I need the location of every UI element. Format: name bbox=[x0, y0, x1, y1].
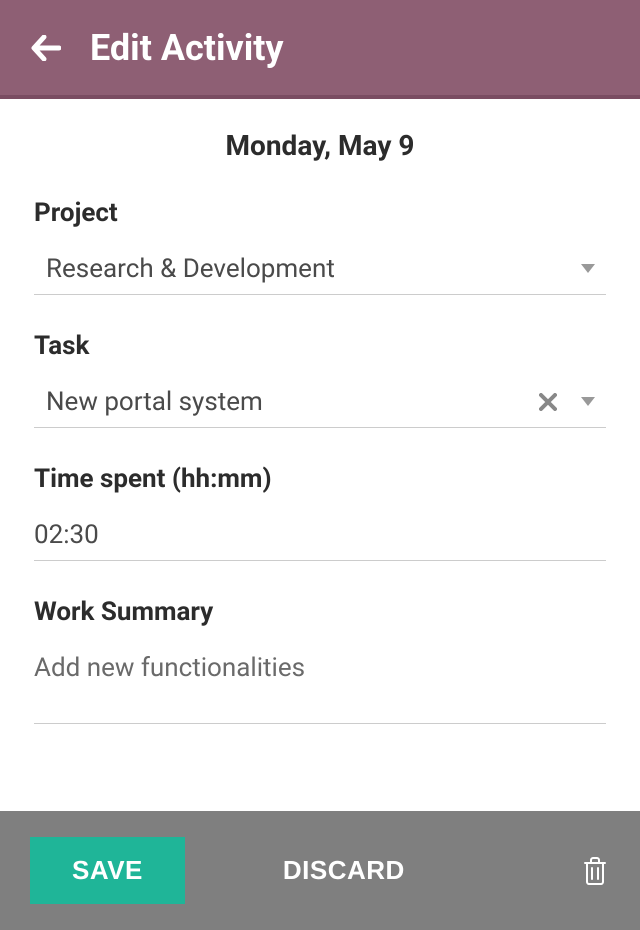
task-field-group: Task New portal system bbox=[34, 331, 606, 428]
project-field-group: Project Research & Development bbox=[34, 198, 606, 295]
chevron-down-icon[interactable] bbox=[578, 392, 598, 412]
work-summary-label: Work Summary bbox=[34, 597, 606, 627]
footer-toolbar: SAVE DISCARD bbox=[0, 811, 640, 930]
project-value: Research & Development bbox=[46, 254, 578, 284]
project-select[interactable]: Research & Development bbox=[34, 248, 606, 295]
back-arrow-icon[interactable] bbox=[28, 30, 64, 66]
clear-icon[interactable] bbox=[536, 390, 560, 414]
project-label: Project bbox=[34, 198, 606, 228]
content-area: Monday, May 9 Project Research & Develop… bbox=[0, 99, 640, 724]
save-button[interactable]: SAVE bbox=[30, 837, 185, 904]
work-summary-field-group: Work Summary Add new functionalities bbox=[34, 597, 606, 724]
task-value: New portal system bbox=[46, 387, 536, 417]
date-heading: Monday, May 9 bbox=[34, 129, 606, 162]
trash-icon[interactable] bbox=[580, 856, 610, 886]
discard-button[interactable]: DISCARD bbox=[241, 837, 447, 904]
task-label: Task bbox=[34, 331, 606, 361]
page-title: Edit Activity bbox=[90, 27, 284, 69]
chevron-down-icon[interactable] bbox=[578, 259, 598, 279]
task-select[interactable]: New portal system bbox=[34, 381, 606, 428]
time-spent-label: Time spent (hh:mm) bbox=[34, 464, 606, 494]
time-spent-field-group: Time spent (hh:mm) bbox=[34, 464, 606, 561]
work-summary-input[interactable]: Add new functionalities bbox=[34, 647, 606, 724]
time-spent-input[interactable] bbox=[34, 514, 606, 561]
header: Edit Activity bbox=[0, 0, 640, 99]
